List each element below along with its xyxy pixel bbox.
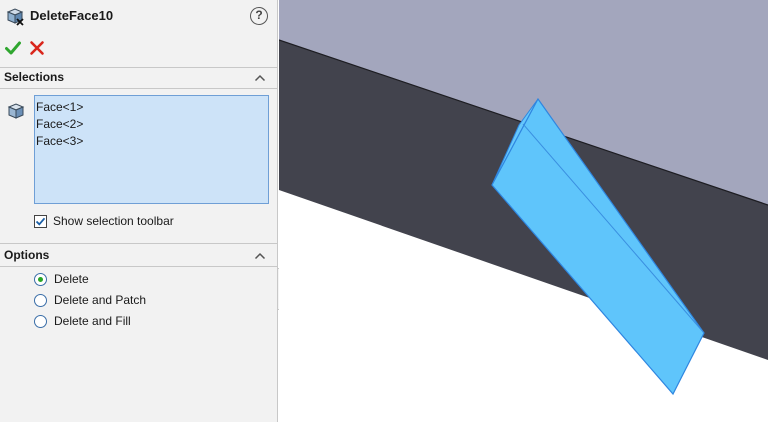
- panel-title: DeleteFace10: [30, 8, 114, 23]
- radio-delete-and-patch[interactable]: [34, 294, 47, 307]
- radio-delete-and-fill[interactable]: [34, 315, 47, 328]
- chevron-up-icon[interactable]: [254, 250, 266, 260]
- list-item[interactable]: Face<1>: [36, 99, 83, 116]
- list-item[interactable]: Face<3>: [36, 133, 83, 150]
- checkmark-icon: [35, 217, 46, 226]
- show-selection-toolbar-label: Show selection toolbar: [53, 214, 174, 228]
- close-icon: [30, 41, 44, 55]
- cancel-button[interactable]: [29, 40, 45, 56]
- list-item[interactable]: Face<2>: [36, 116, 83, 133]
- radio-delete[interactable]: [34, 273, 47, 286]
- delete-face-icon: [5, 6, 25, 26]
- option-delete[interactable]: Delete: [34, 272, 234, 288]
- ok-button[interactable]: [5, 40, 21, 56]
- section-divider: [0, 243, 278, 244]
- option-delete-and-fill-label: Delete and Fill: [54, 314, 131, 328]
- option-delete-label: Delete: [54, 272, 89, 286]
- property-manager-panel: DeleteFace10 ? Selections Face<1> Face<2…: [0, 0, 278, 422]
- panel-title-row: DeleteFace10 ?: [0, 0, 278, 34]
- selections-section-title: Selections: [4, 70, 65, 84]
- face-selection-icon: [6, 101, 26, 121]
- option-delete-and-fill[interactable]: Delete and Fill: [34, 314, 234, 330]
- show-selection-toolbar-checkbox[interactable]: [34, 215, 47, 228]
- option-delete-and-patch[interactable]: Delete and Patch: [34, 293, 234, 309]
- graphics-viewport[interactable]: [279, 0, 768, 422]
- option-delete-and-patch-label: Delete and Patch: [54, 293, 147, 307]
- section-divider: [0, 266, 278, 267]
- faces-selection-list[interactable]: Face<1> Face<2> Face<3>: [34, 95, 269, 204]
- selections-section-header[interactable]: Selections: [0, 68, 278, 88]
- help-icon[interactable]: ?: [250, 7, 268, 25]
- options-section-title: Options: [4, 248, 50, 262]
- chevron-up-icon[interactable]: [254, 72, 266, 82]
- checkmark-icon: [5, 41, 21, 55]
- options-section-header[interactable]: Options: [0, 246, 278, 266]
- section-divider: [0, 88, 278, 89]
